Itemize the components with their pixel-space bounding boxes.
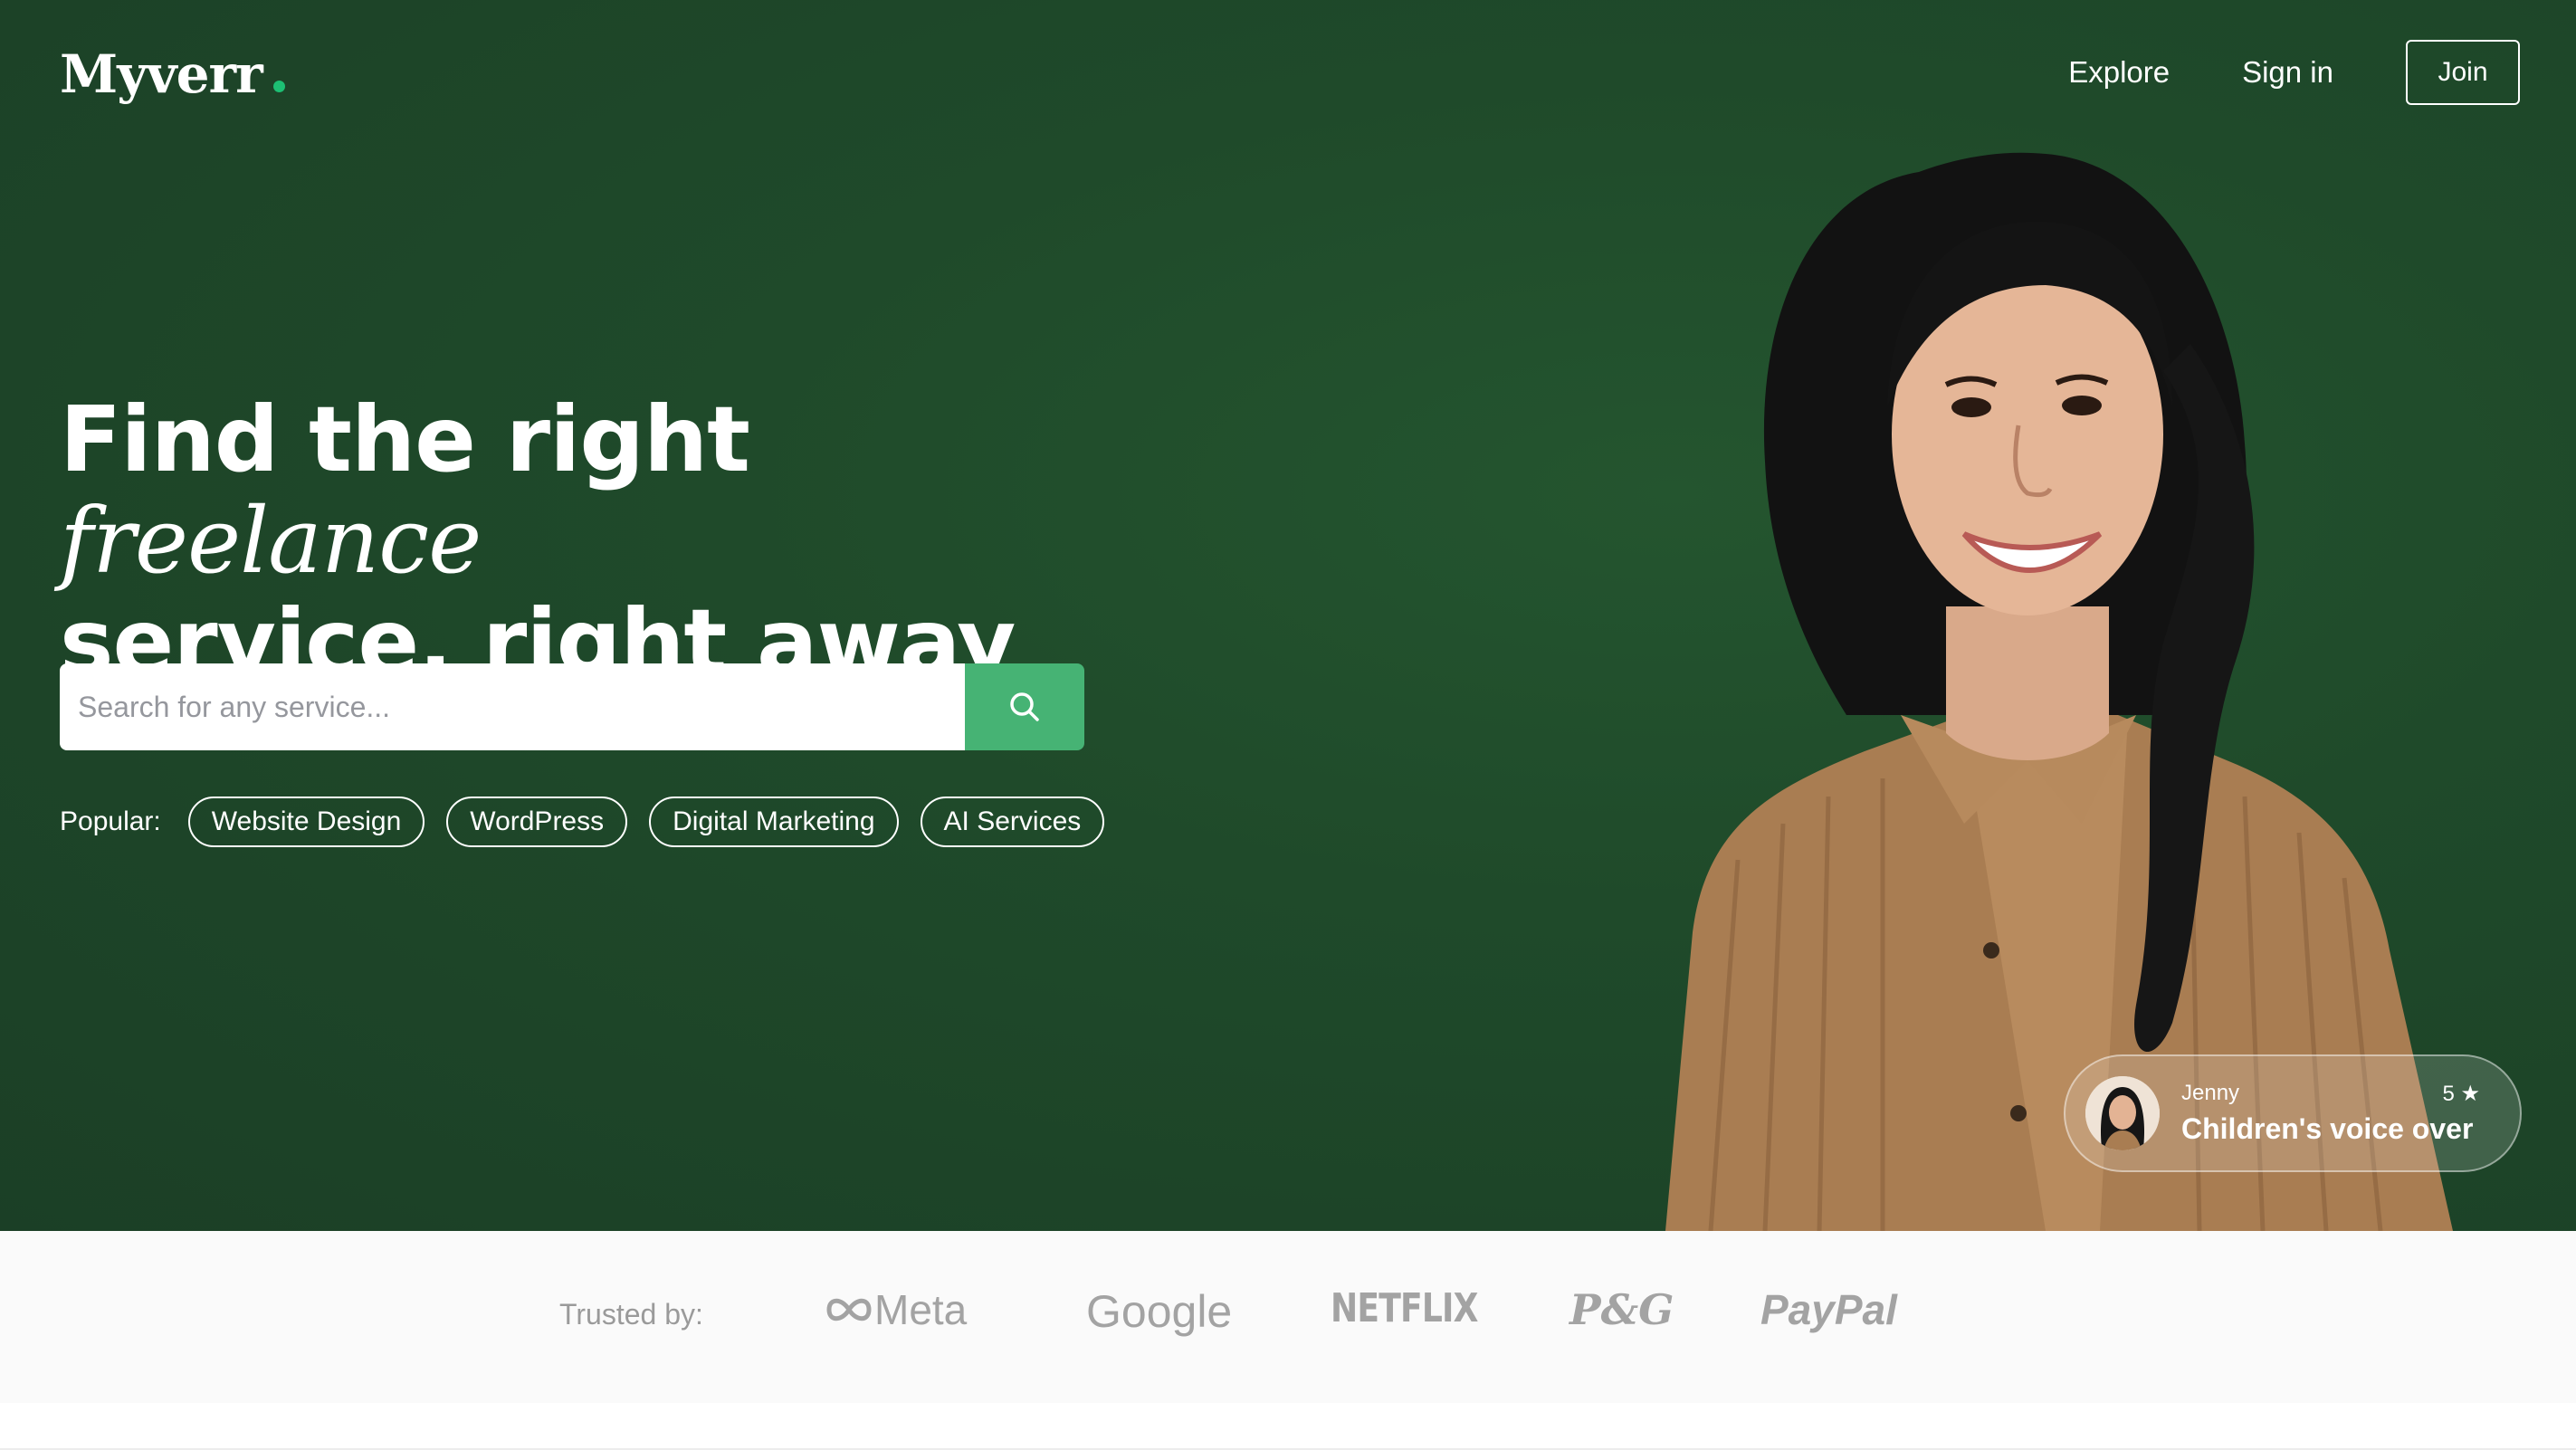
trusted-by-label: Trusted by: [559, 1298, 703, 1331]
brand-logo-pg: P&G [1569, 1285, 1674, 1334]
brand-meta-text: Meta [874, 1286, 968, 1333]
top-nav: Explore Sign in Join [2068, 40, 2520, 105]
brand-logo-meta: Meta [824, 1285, 967, 1334]
popular-searches: Popular: Website Design WordPress Digita… [60, 797, 1126, 847]
nav-sign-in-link[interactable]: Sign in [2242, 55, 2333, 90]
popular-chip-digital-marketing[interactable]: Digital Marketing [649, 797, 899, 847]
freelancer-name: Jenny [2181, 1081, 2240, 1105]
popular-chip-website-design[interactable]: Website Design [187, 797, 425, 847]
headline-italic: freelance [60, 488, 482, 594]
brand-logo-paypal: PayPal [1760, 1286, 1897, 1333]
freelancer-service: Children's voice over [2181, 1112, 2474, 1145]
search-icon [1010, 692, 1039, 721]
search-input[interactable] [60, 663, 965, 750]
hero-section: Myverr Explore Sign in Join Find the rig… [0, 0, 2576, 1231]
headline-part1: Find the right [60, 386, 750, 492]
freelancer-profile-card[interactable]: Jenny 5 ★ Children's voice over [2064, 1054, 2522, 1172]
logo-dot [272, 81, 285, 92]
freelancer-avatar [2085, 1076, 2160, 1150]
popular-chip-wordpress[interactable]: WordPress [446, 797, 628, 847]
logo-text: Myverr [60, 43, 263, 105]
meta-infinity-icon [826, 1298, 872, 1321]
popular-label: Popular: [60, 806, 161, 836]
brand-logo-netflix: NETFLIX [1331, 1285, 1478, 1331]
trusted-by-section: Trusted by: Meta Google NETFLIX P&G PayP… [0, 1231, 2576, 1403]
freelancer-rating: 5 ★ [2442, 1082, 2480, 1106]
profile-card-text: Jenny 5 ★ Children's voice over [2181, 1081, 2480, 1146]
brand-logo-google: Google [1086, 1286, 1233, 1337]
hero-headline: Find the right freelance service, right … [60, 389, 1146, 693]
nav-explore-link[interactable]: Explore [2068, 55, 2170, 90]
join-button[interactable]: Join [2406, 40, 2520, 105]
profile-card-header: Jenny 5 ★ [2181, 1081, 2480, 1107]
logo[interactable]: Myverr [60, 43, 285, 105]
search-button[interactable] [965, 663, 1084, 750]
popular-chip-ai-services[interactable]: AI Services [920, 797, 1105, 847]
search-bar [60, 663, 1084, 750]
